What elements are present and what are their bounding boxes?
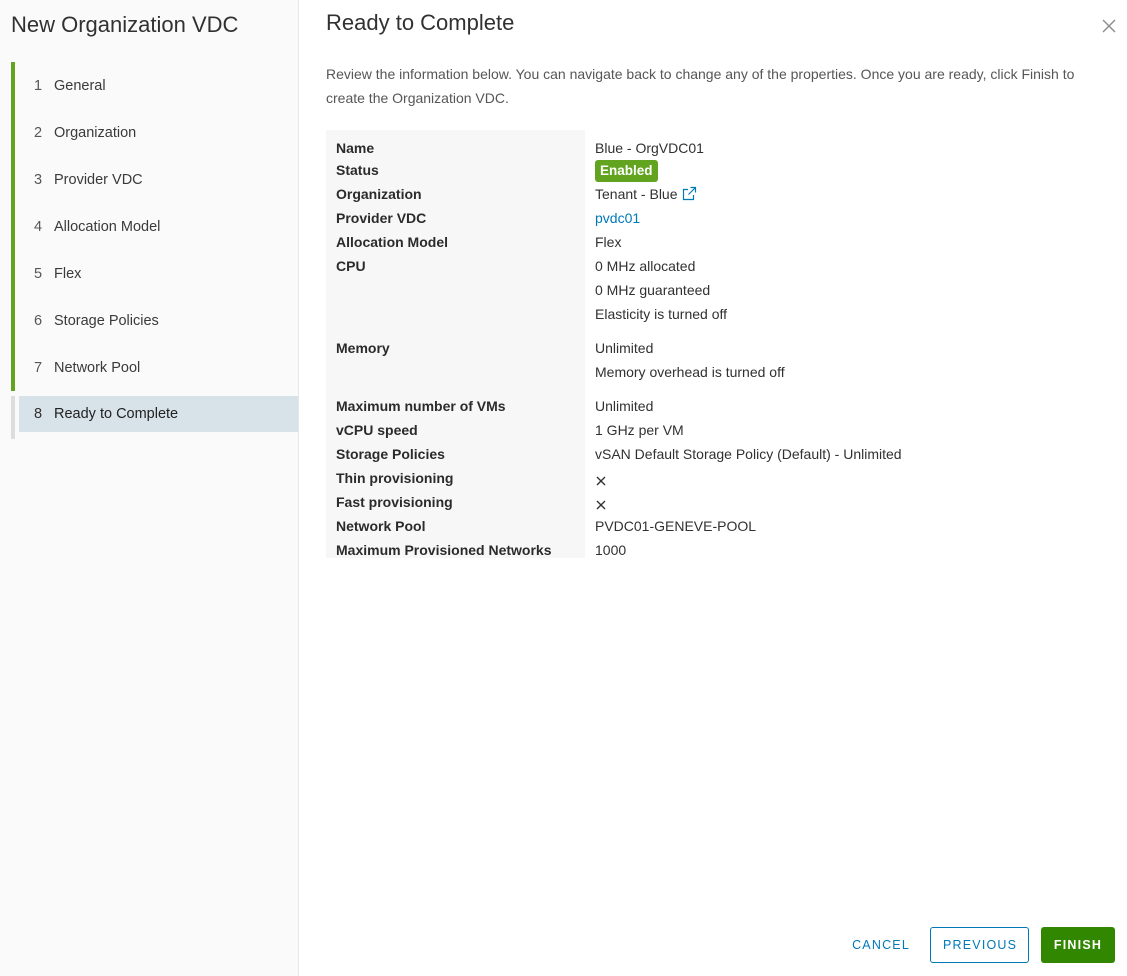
row-label: Memory (336, 340, 390, 356)
step-number: 7 (34, 359, 43, 376)
step-general[interactable]: 1 General (11, 62, 298, 109)
wizard-sidebar: New Organization VDC 1 General 2 Organizat… (0, 0, 299, 976)
previous-button[interactable]: PREVIOUS (930, 927, 1029, 963)
wizard-title: New Organization VDC (11, 12, 239, 37)
wizard-footer: CANCEL PREVIOUS FINISH (840, 927, 1115, 963)
table-row: Fast provisioning (326, 486, 912, 510)
row-label: Maximum number of VMs (336, 398, 506, 414)
step-number: 4 (34, 218, 43, 235)
table-row: Thin provisioning (326, 462, 912, 486)
step-label: Allocation Model (54, 218, 161, 235)
step-ready-to-complete[interactable]: 8 Ready to Complete (11, 396, 298, 439)
step-number: 6 (34, 312, 43, 329)
row-value: Flex (595, 234, 622, 250)
row-label: Fast provisioning (336, 494, 453, 510)
row-label: Organization (336, 186, 422, 202)
row-label: Name (336, 140, 375, 156)
row-value: PVDC01-GENEVE-POOL (595, 518, 757, 534)
row-label: vCPU speed (336, 422, 418, 438)
step-organization[interactable]: 2 Organization (11, 109, 298, 156)
table-row: Memory Unlimited Memory overhead is turn… (326, 332, 912, 390)
step-storage-policies[interactable]: 6 Storage Policies (11, 297, 298, 344)
row-label: Storage Policies (336, 446, 445, 462)
provider-vdc-link[interactable]: pvdc01 (595, 210, 640, 226)
wizard-step-list: 1 General 2 Organization 3 Provider VDC 4 Al… (11, 62, 298, 439)
row-value-line: 0 MHz allocated (595, 258, 696, 274)
table-row: Name Blue - OrgVDC01 (326, 130, 912, 156)
step-number: 2 (34, 124, 43, 141)
row-value-line: Memory overhead is turned off (595, 364, 785, 380)
row-label: Provider VDC (336, 210, 427, 226)
row-value: 1000 (595, 542, 627, 558)
row-label: CPU (336, 258, 366, 274)
x-mark-icon (595, 496, 607, 517)
step-allocation-model[interactable]: 4 Allocation Model (11, 203, 298, 250)
row-label: Network Pool (336, 518, 426, 534)
step-network-pool[interactable]: 7 Network Pool (11, 344, 298, 391)
row-value: Tenant - Blue (595, 186, 678, 202)
table-row: Network Pool PVDC01-GENEVE-POOL (326, 510, 912, 534)
step-label: Storage Policies (54, 312, 159, 329)
table-row: vCPU speed 1 GHz per VM (326, 414, 912, 438)
row-label: Allocation Model (336, 234, 448, 250)
row-label: Thin provisioning (336, 470, 454, 486)
step-number: 5 (34, 265, 43, 282)
step-label: Organization (54, 124, 137, 141)
row-value: vSAN Default Storage Policy (Default) - … (595, 446, 902, 462)
cancel-button[interactable]: CANCEL (840, 927, 922, 963)
step-number: 3 (34, 171, 43, 188)
table-row: Maximum Provisioned Networks 1000 (326, 534, 912, 558)
row-value-line: Elasticity is turned off (595, 306, 728, 322)
x-mark-icon (595, 472, 607, 493)
row-value-line: Unlimited (595, 340, 654, 356)
row-value-line: 0 MHz guaranteed (595, 282, 711, 298)
row-value: Blue - OrgVDC01 (595, 140, 704, 156)
step-label: Flex (54, 265, 82, 282)
finish-button[interactable]: FINISH (1041, 927, 1115, 963)
wizard-content: Ready to Complete Review the information… (299, 0, 1127, 976)
step-number: 8 (34, 406, 43, 422)
summary-table: Name Blue - OrgVDC01 Status Enabled Orga… (326, 130, 912, 558)
step-label: Ready to Complete (54, 406, 179, 422)
close-icon (1102, 19, 1116, 33)
step-label: Provider VDC (54, 171, 143, 188)
table-row: Allocation Model Flex (326, 226, 912, 250)
step-provider-vdc[interactable]: 3 Provider VDC (11, 156, 298, 203)
row-label: Maximum Provisioned Networks (336, 542, 552, 558)
table-row: CPU 0 MHz allocated 0 MHz guaranteed Ela… (326, 250, 912, 332)
table-row: Storage Policies vSAN Default Storage Po… (326, 438, 912, 462)
step-label: Network Pool (54, 359, 141, 376)
step-label: General (54, 77, 106, 94)
close-button[interactable] (1099, 16, 1119, 36)
page-title: Ready to Complete (326, 10, 515, 35)
step-flex[interactable]: 5 Flex (11, 250, 298, 297)
row-value: 1 GHz per VM (595, 422, 684, 438)
status-badge: Enabled (595, 160, 658, 182)
row-value: Unlimited (595, 398, 654, 414)
intro-text: Review the information below. You can na… (326, 66, 1075, 106)
step-number: 1 (34, 77, 43, 94)
external-link-icon[interactable] (682, 186, 697, 207)
table-row: Maximum number of VMs Unlimited (326, 390, 912, 414)
